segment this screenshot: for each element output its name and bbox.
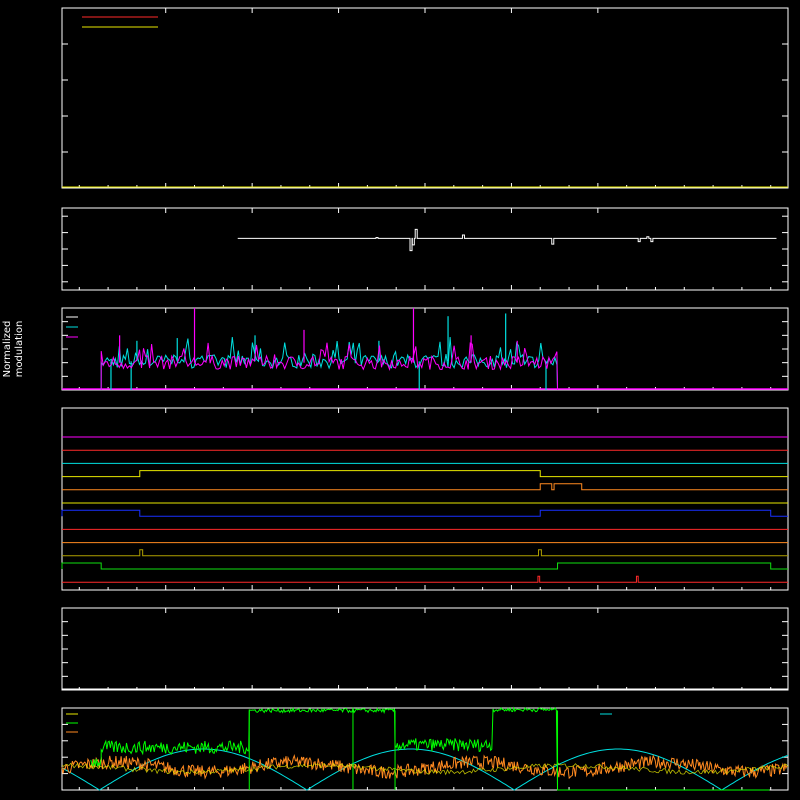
y-axis-label-line: modulation (14, 321, 25, 378)
y-axis-label-line: Normalized (2, 321, 13, 378)
y-axis-label: Normalizedmodulation (2, 321, 25, 378)
figure: Normalizedmodulation (0, 0, 800, 800)
